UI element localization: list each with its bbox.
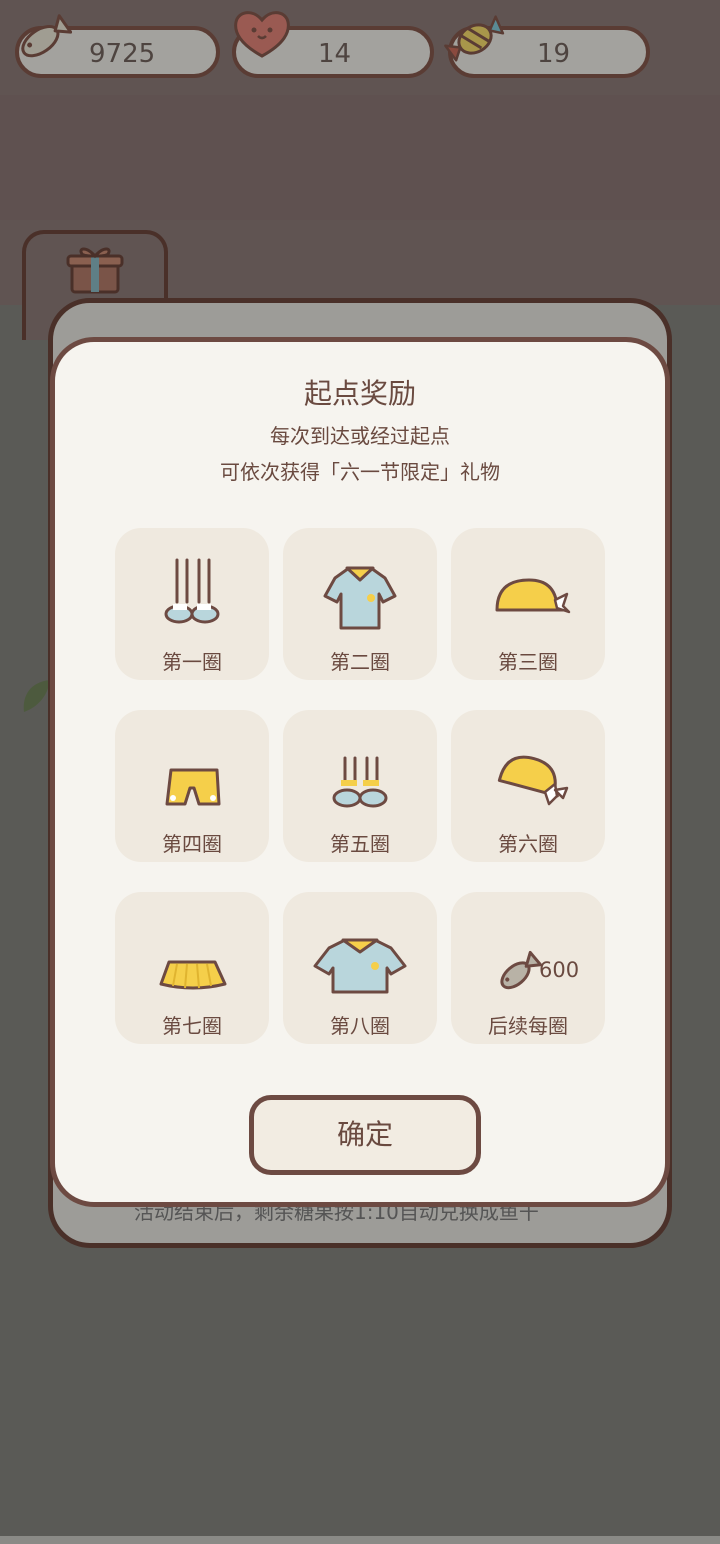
reward-label: 后续每圈: [488, 1014, 568, 1038]
dialog-description-line2: 可依次获得「六一节限定」礼物: [220, 460, 500, 484]
yellow-hat-icon: [495, 578, 571, 614]
heart-count: 14: [318, 39, 352, 69]
reward-cell-lap1: 第一圈: [115, 528, 269, 680]
reward-label: 第四圈: [162, 832, 222, 856]
reward-cell-lap5: 第五圈: [283, 710, 437, 862]
fish-icon: [500, 950, 543, 990]
background-band: [0, 95, 720, 220]
fish-count: 9725: [89, 39, 156, 69]
reward-cell-lap4: 第四圈: [115, 710, 269, 862]
reward-cell-lap8: 第八圈: [283, 892, 437, 1044]
fish-icon: [21, 14, 72, 58]
shirt-icon: [313, 938, 407, 994]
reward-cell-lap2: 第二圈: [283, 528, 437, 680]
socks-icon: [332, 756, 388, 808]
reward-label: 第一圈: [162, 650, 222, 674]
reward-cell-lap6: 第六圈: [451, 710, 605, 862]
reward-label: 第三圈: [498, 650, 558, 674]
heart-icon: [234, 11, 290, 58]
start-reward-dialog: 起点奖励 每次到达或经过起点 可依次获得「六一节限定」礼物 第一圈 第二圈 第三…: [50, 337, 670, 1207]
reward-grid: 第一圈 第二圈 第三圈 第四圈 第五圈 第六圈 第七圈 第八圈 600 后续每圈: [115, 528, 605, 1048]
confirm-button[interactable]: 确定: [249, 1095, 481, 1175]
reward-label: 第五圈: [330, 832, 390, 856]
candy-icon: [444, 15, 505, 62]
reward-label: 第七圈: [162, 1014, 222, 1038]
shorts-icon: [165, 768, 221, 806]
candy-count: 19: [537, 39, 571, 69]
reward-cell-lap7: 第七圈: [115, 892, 269, 1044]
gift-icon: [66, 247, 124, 294]
shirt-icon: [323, 566, 397, 630]
skirt-icon: [159, 960, 227, 990]
reward-label: 第二圈: [330, 650, 390, 674]
bow-hat-icon: [497, 755, 569, 806]
reward-cell-lap3: 第三圈: [451, 528, 605, 680]
reward-label: 第六圈: [498, 832, 558, 856]
reward-label: 第八圈: [330, 1014, 390, 1038]
reward-cell-after: 600 后续每圈: [451, 892, 605, 1044]
reward-fish-amount: 600: [539, 958, 580, 982]
dialog-description-line1: 每次到达或经过起点: [270, 424, 450, 448]
socks-icon: [164, 558, 220, 624]
background-bottom-strip: [0, 1536, 720, 1544]
dialog-title: 起点奖励: [303, 377, 416, 410]
